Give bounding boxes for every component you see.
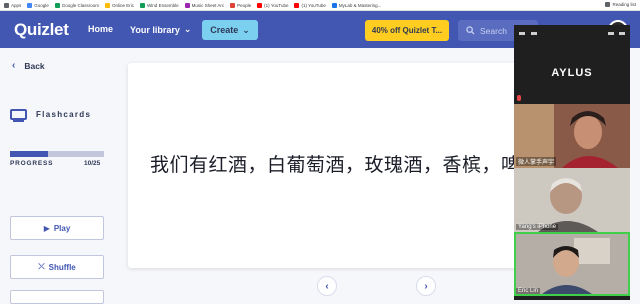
youtube-icon [294,2,300,8]
chevron-down-icon: ⌄ [242,24,250,35]
muted-mic-icon [517,95,521,101]
expand-icon[interactable] [619,31,625,35]
bookmark-classroom[interactable]: Google Classroom [54,2,99,8]
bookmark-google[interactable]: Google [27,2,49,8]
bookmark-wind-ensemble[interactable]: Wind Ensemble [140,2,179,8]
nav-home[interactable]: Home [88,24,113,34]
bookmark-icon [184,2,190,8]
minimize-icon[interactable] [608,31,614,35]
youtube-icon [257,2,263,8]
nav-your-library[interactable]: Your library ⌄ [130,24,191,35]
video-call-panel: AYLUS 微人掌手声宇 Yang's iPhone Eric Lin [514,25,630,300]
participant-video [514,168,630,232]
classroom-icon [54,2,60,8]
chevron-left-icon: ‹ [12,60,16,71]
meeting-name: AYLUS [551,67,593,79]
flashcards-label: Flashcards [36,110,92,119]
play-icon: ▶ [43,223,50,233]
bookmark-apps[interactable]: Apps [4,2,21,8]
participant-tile[interactable]: 微人掌手声宇 [514,104,630,168]
participant-name: 微人掌手声宇 [516,157,557,166]
apps-icon [4,2,9,8]
participant-video [516,234,628,294]
bookmark-mylab[interactable]: MyLab & Mastering... [331,2,381,8]
quizlet-logo[interactable]: Quizlet [14,20,69,40]
google-icon [27,2,33,8]
create-button[interactable]: Create ⌄ [202,20,258,40]
bookmark-icon [140,2,146,8]
options-button[interactable] [10,290,104,304]
chevron-down-icon: ⌄ [183,24,192,34]
progress-label: PROGRESS [10,160,54,167]
participant-name: Eric Lin [516,288,541,294]
bookmark-youtube-1[interactable]: (1) YouTube [257,2,288,8]
search-icon [466,26,475,35]
shuffle-icon: ⤬ [38,262,45,271]
bookmark-youtube-2[interactable]: (1) YouTube [294,2,326,8]
flashcard[interactable]: 我们有红酒，白葡萄酒，玫瑰酒，香槟，啤 [128,63,518,268]
bookmark-online-eric[interactable]: Online Eric [105,2,134,8]
bookmarks-bar: Apps Google Google Classroom Online Eric… [0,0,640,11]
promo-button[interactable]: 40% off Quizlet T... [365,20,449,41]
shuffle-button[interactable]: ⤬ Shuffle [10,255,104,279]
play-button[interactable]: ▶ Play [10,216,104,240]
bookmark-icon [331,2,337,8]
chevron-right-icon: › [424,280,428,292]
participant-tile-active[interactable]: Eric Lin [514,232,630,296]
bookmark-icon [230,2,236,8]
previous-card-button[interactable]: ‹ [317,276,337,296]
reading-list[interactable]: Reading list [605,2,636,7]
mode-title: Flashcards [10,109,92,122]
video-call-toolbar [514,25,630,41]
view-icon[interactable] [519,31,525,35]
participant-tile[interactable]: Yang's iPhone [514,168,630,232]
chevron-left-icon: ‹ [325,280,329,292]
back-button[interactable]: ‹ Back [12,60,45,71]
participant-name: Yang's iPhone [516,224,559,230]
flashcards-icon [10,109,27,122]
next-card-button[interactable]: › [416,276,436,296]
grid-icon[interactable] [531,31,537,35]
progress-bar [10,151,104,157]
reading-list-icon [605,2,611,7]
bookmark-music-sheet[interactable]: Music Sheet Arc [184,2,224,8]
progress-bar-fill [10,151,48,157]
bookmark-people[interactable]: People [230,2,251,8]
bookmark-icon [105,2,111,8]
flashcard-term: 我们有红酒，白葡萄酒，玫瑰酒，香槟，啤 [150,154,518,176]
progress-count: 10/25 [84,160,101,167]
